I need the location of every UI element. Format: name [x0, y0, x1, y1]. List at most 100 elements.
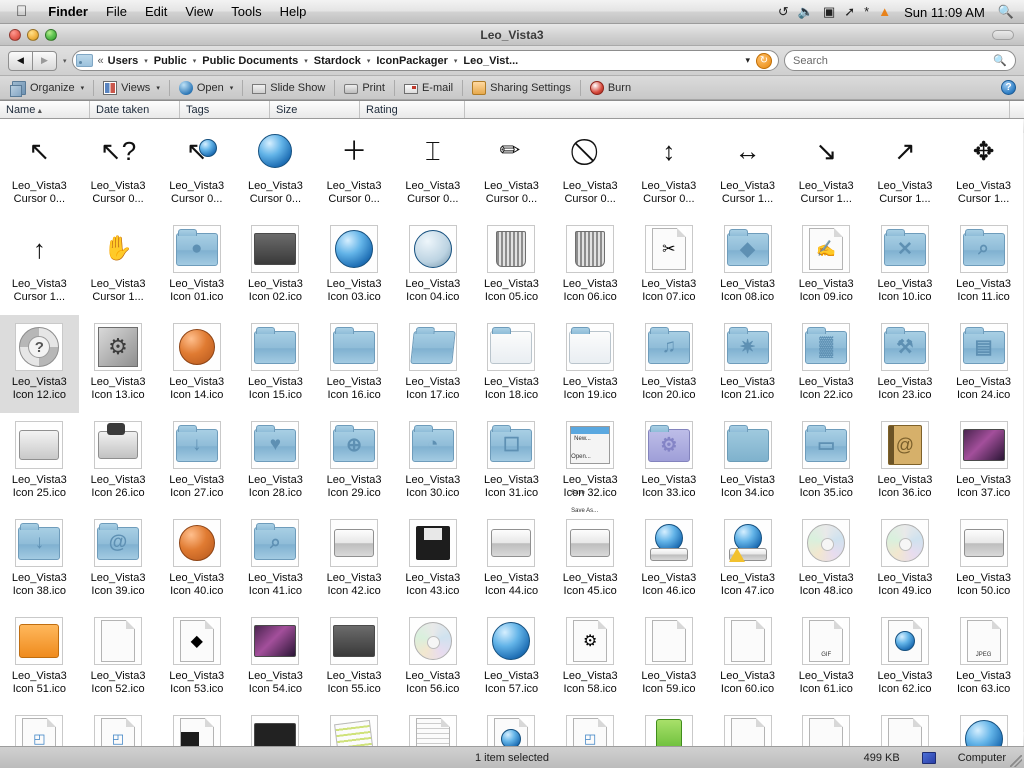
file-item[interactable]: ⌕ Leo_Vista3 Icon 11.ico [944, 217, 1023, 315]
print-button[interactable]: Print [338, 78, 391, 98]
file-item[interactable]: ＋ Leo_Vista3 Cursor 0... [315, 119, 394, 217]
file-item[interactable]: Leo_Vista3 Icon 55.ico [315, 609, 394, 707]
file-item[interactable] [236, 707, 315, 746]
file-item[interactable]: Leo_Vista3 Icon 45.ico [551, 511, 630, 609]
file-item[interactable] [472, 707, 551, 746]
file-item[interactable]: ↕ Leo_Vista3 Cursor 0... [630, 119, 709, 217]
chevron-down-icon[interactable]: ▾ [81, 84, 85, 92]
address-dropdown-icon[interactable]: ▾ [745, 55, 756, 66]
file-item[interactable]: ◔ Leo_Vista3 Icon 30.ico [393, 413, 472, 511]
file-item[interactable]: ✷ Leo_Vista3 Icon 21.ico [708, 315, 787, 413]
file-item[interactable]: @ Leo_Vista3 Icon 36.ico [866, 413, 945, 511]
file-item[interactable]: Leo_Vista3 Icon 57.ico [472, 609, 551, 707]
sync-icon[interactable]: ↺ [778, 0, 789, 24]
file-item[interactable]: Leo_Vista3 Cursor 0... [236, 119, 315, 217]
file-item[interactable]: ✍ Leo_Vista3 Icon 09.ico [787, 217, 866, 315]
file-item[interactable]: @ Leo_Vista3 Icon 39.ico [79, 511, 158, 609]
file-item[interactable]: ↖? Leo_Vista3 Cursor 0... [79, 119, 158, 217]
breadcrumb-bar[interactable]: « Users ▾ Public ▾ Public Documents ▾ St… [71, 50, 779, 71]
file-item[interactable]: ⌕ Leo_Vista3 Icon 41.ico [236, 511, 315, 609]
back-button[interactable]: ◀ [8, 50, 33, 71]
file-item[interactable]: Leo_Vista3 Icon 62.ico [866, 609, 945, 707]
menu-item-view[interactable]: View [176, 0, 222, 24]
file-item[interactable]: Leo_Vista3 Icon 15.ico [236, 315, 315, 413]
file-item[interactable]: Leo_Vista3 Icon 56.ico [393, 609, 472, 707]
bluetooth-icon[interactable]: * [864, 0, 869, 24]
file-item[interactable]: Leo_Vista3 Icon 43.ico [393, 511, 472, 609]
file-item[interactable]: Leo_Vista3 Icon 02.ico [236, 217, 315, 315]
file-item[interactable]: Leo_Vista3 Icon 17.ico [393, 315, 472, 413]
zoom-button[interactable] [45, 28, 57, 41]
burn-button[interactable]: Burn [584, 78, 637, 98]
file-item[interactable]: ⚙ Leo_Vista3 Icon 33.ico [630, 413, 709, 511]
file-item[interactable]: Leo_Vista3 Icon 26.ico [79, 413, 158, 511]
file-item[interactable]: ↔ Leo_Vista3 Cursor 1... [708, 119, 787, 217]
file-item[interactable] [944, 707, 1023, 746]
file-item[interactable]: JPEG Leo_Vista3 Icon 63.ico [944, 609, 1023, 707]
column-header-blank[interactable] [465, 101, 1010, 118]
file-item[interactable]: ⚙ Leo_Vista3 Icon 13.ico [79, 315, 158, 413]
file-item[interactable]: Leo_Vista3 Icon 51.ico [0, 609, 79, 707]
file-item[interactable]: ↑ Leo_Vista3 Cursor 1... [0, 217, 79, 315]
file-item[interactable]: Leo_Vista3 Icon 14.ico [157, 315, 236, 413]
open-button[interactable]: Open ▾ [173, 78, 239, 98]
file-item[interactable] [315, 707, 394, 746]
search-icon[interactable]: 🔍 [993, 54, 1007, 67]
file-item[interactable]: Leo_Vista3 Icon 37.ico [944, 413, 1023, 511]
menu-clock[interactable]: Sun 11:09 AM [900, 5, 989, 20]
file-item[interactable]: ✕ Leo_Vista3 Icon 10.ico [866, 217, 945, 315]
column-header-size[interactable]: Size [270, 101, 360, 118]
file-item[interactable]: New... Open... Save Save As... Leo_Vista3 Ico… [551, 413, 630, 514]
file-item[interactable]: ✂ Leo_Vista3 Icon 07.ico [630, 217, 709, 315]
displays-icon[interactable]: ▣ [823, 0, 835, 24]
menu-item-help[interactable]: Help [271, 0, 316, 24]
file-item[interactable]: Leo_Vista3 Icon 03.ico [315, 217, 394, 315]
file-item[interactable]: ▤ Leo_Vista3 Icon 24.ico [944, 315, 1023, 413]
column-header-tags[interactable]: Tags [180, 101, 270, 118]
refresh-icon[interactable]: ↻ [756, 52, 772, 69]
file-item[interactable]: Leo_Vista3 Icon 46.ico [630, 511, 709, 609]
file-item[interactable]: Leo_Vista3 Icon 44.ico [472, 511, 551, 609]
file-item[interactable]: Leo_Vista3 Icon 50.ico [944, 511, 1023, 609]
forward-button[interactable]: ▶ [32, 50, 57, 71]
breadcrumb-iconpackager[interactable]: IconPackager [374, 55, 450, 67]
volume-icon[interactable]: 🔈 [798, 0, 814, 24]
file-item[interactable]: ⌶ Leo_Vista3 Cursor 0... [393, 119, 472, 217]
file-item[interactable]: Leo_Vista3 Icon 42.ico [315, 511, 394, 609]
file-item[interactable]: Leo_Vista3 Icon 05.ico [472, 217, 551, 315]
menu-item-tools[interactable]: Tools [222, 0, 270, 24]
chevron-down-icon[interactable]: ▾ [140, 57, 152, 65]
breadcrumb-overflow-icon[interactable]: « [96, 55, 106, 67]
file-item[interactable]: Leo_Vista3 Icon 34.ico [708, 413, 787, 511]
file-item[interactable]: ↓ Leo_Vista3 Icon 38.ico [0, 511, 79, 609]
file-item[interactable]: Leo_Vista3 Icon 18.ico [472, 315, 551, 413]
file-item[interactable]: Leo_Vista3 Icon 49.ico [866, 511, 945, 609]
window-title-bar[interactable]: Leo_Vista3 [0, 24, 1024, 46]
file-item[interactable] [787, 707, 866, 746]
file-item[interactable]: Leo_Vista3 Icon 60.ico [708, 609, 787, 707]
file-item[interactable]: Leo_Vista3 Icon 59.ico [630, 609, 709, 707]
menu-item-edit[interactable]: Edit [136, 0, 176, 24]
email-button[interactable]: E-mail [398, 78, 459, 98]
file-item[interactable]: ♥ Leo_Vista3 Icon 28.ico [236, 413, 315, 511]
file-item[interactable]: ⊕ Leo_Vista3 Icon 29.ico [315, 413, 394, 511]
help-button[interactable]: ? [1001, 80, 1016, 95]
search-input[interactable]: Search [793, 55, 828, 67]
file-item[interactable]: Leo_Vista3 Icon 06.ico [551, 217, 630, 315]
file-item[interactable]: Leo_Vista3 Icon 47.ico [708, 511, 787, 609]
column-header-name[interactable]: Name ▲ [0, 101, 90, 118]
file-item[interactable]: ↓ Leo_Vista3 Icon 27.ico [157, 413, 236, 511]
apple-logo-icon[interactable]:  [16, 4, 27, 19]
chevron-down-icon[interactable]: ▾ [450, 57, 462, 65]
file-item[interactable] [393, 707, 472, 746]
file-item[interactable]: ♫ Leo_Vista3 Icon 20.ico [630, 315, 709, 413]
file-item[interactable]: ↗ Leo_Vista3 Cursor 1... [866, 119, 945, 217]
toolbar-toggle-button[interactable] [992, 30, 1014, 40]
chevron-down-icon[interactable]: ▾ [156, 84, 160, 92]
chevron-down-icon[interactable]: ▾ [230, 84, 234, 92]
chevron-down-icon[interactable]: ▾ [189, 57, 201, 65]
file-item[interactable]: ⚙ Leo_Vista3 Icon 58.ico [551, 609, 630, 707]
close-button[interactable] [9, 28, 21, 41]
menu-item-finder[interactable]: Finder [39, 0, 97, 24]
column-header-rating[interactable]: Rating [360, 101, 465, 118]
